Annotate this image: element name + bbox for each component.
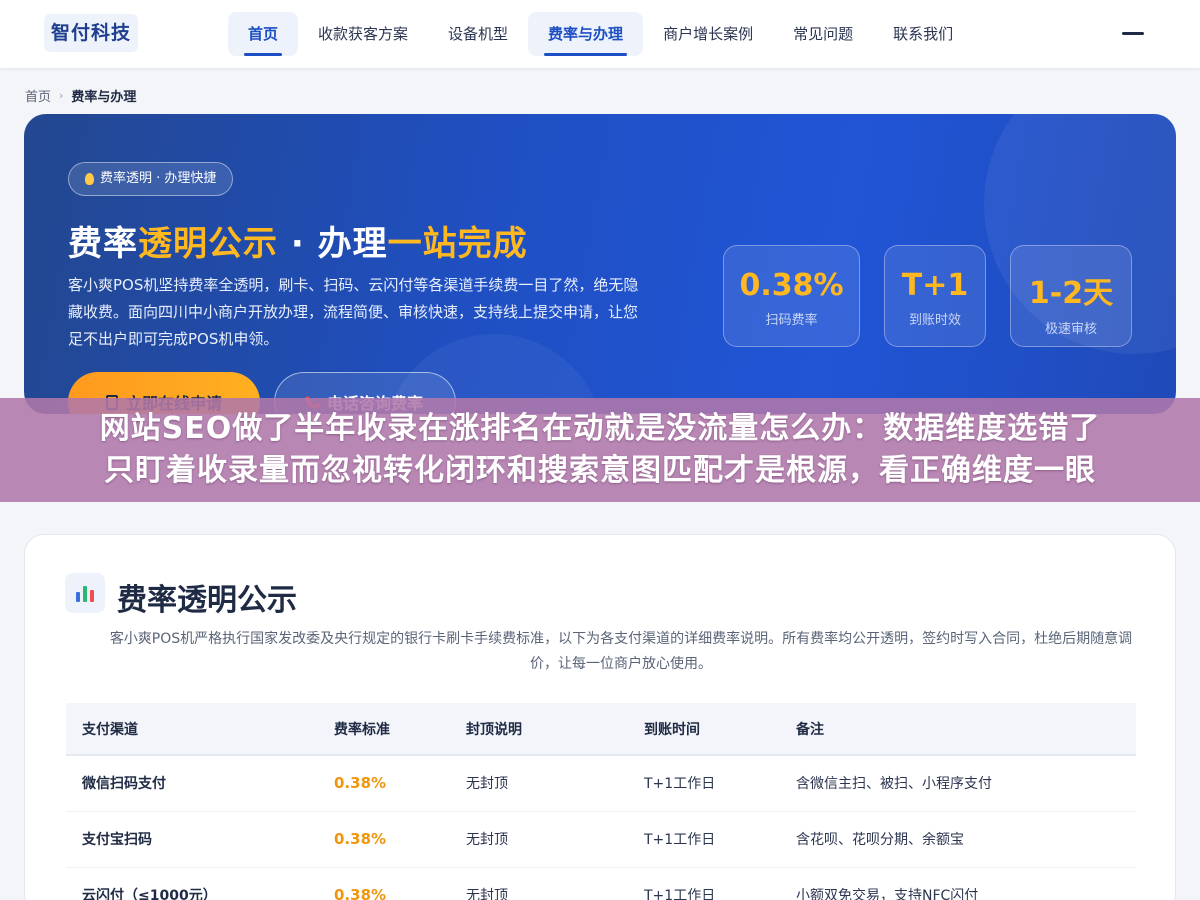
stat-label: 到账时效 bbox=[908, 313, 961, 328]
stat-card-settlement: T+1 到账时效 bbox=[884, 245, 986, 347]
menu-toggle-icon[interactable] bbox=[1122, 26, 1146, 42]
stat-label: 扫码费率 bbox=[765, 313, 818, 328]
hero-description: 客小爽POS机坚持费率全透明，刷卡、扫码、云闪付等各渠道手续费一目了然，绝无隐藏… bbox=[68, 276, 639, 348]
cell-remark: 含微信主扫、被扫、小程序支付 bbox=[780, 755, 1136, 812]
breadcrumb-separator: › bbox=[59, 89, 64, 102]
stat-value: T+1 bbox=[901, 268, 969, 303]
stat-label: 极速审核 bbox=[1044, 322, 1097, 337]
column-header: 费率标准 bbox=[318, 703, 450, 756]
hero-banner: 费率透明 · 办理快捷 费率透明公示 · 办理一站完成 客小爽POS机坚持费率全… bbox=[24, 114, 1176, 414]
nav-menu: 首页 收款获客方案 设备机型 费率与办理 商户增长案例 常见问题 联系我们 bbox=[228, 12, 973, 56]
hero-title-highlight: 透明公示 bbox=[138, 224, 278, 264]
cell-settlement: T+1工作日 bbox=[628, 755, 780, 812]
table-row: 支付宝扫码 0.38% 无封顶 T+1工作日 含花呗、花呗分期、余额宝 bbox=[66, 811, 1136, 868]
cell-channel: 支付宝扫码 bbox=[66, 811, 318, 868]
hero-title-highlight: 一站完成 bbox=[387, 224, 528, 264]
table-row: 微信扫码支付 0.38% 无封顶 T+1工作日 含微信主扫、被扫、小程序支付 bbox=[66, 755, 1136, 812]
column-header: 封顶说明 bbox=[450, 703, 628, 756]
cell-cap: 无封顶 bbox=[450, 811, 628, 868]
column-header: 备注 bbox=[780, 703, 1136, 756]
cell-cap: 无封顶 bbox=[450, 755, 628, 812]
nav-item-faq[interactable]: 常见问题 bbox=[773, 12, 873, 56]
cell-remark: 小额双免交易，支持NFC闪付 bbox=[780, 867, 1136, 900]
rates-section-card: 费率透明公示 客小爽POS机严格执行国家发改委及央行规定的银行卡刷卡手续费标准，… bbox=[24, 534, 1176, 900]
lightbulb-icon bbox=[85, 173, 94, 185]
breadcrumb-current: 费率与办理 bbox=[71, 90, 137, 105]
stat-card-review: 1-2天 极速审核 bbox=[1010, 245, 1132, 347]
rates-table: 支付渠道 费率标准 封顶说明 到账时间 备注 微信扫码支付 0.38% 无封顶 … bbox=[66, 703, 1136, 900]
hero-title-part: 费率 bbox=[68, 224, 138, 264]
table-row: 云闪付（≤1000元） 0.38% 无封顶 T+1工作日 小额双免交易，支持NF… bbox=[66, 867, 1136, 900]
section-description: 客小爽POS机严格执行国家发改委及央行规定的银行卡刷卡手续费标准，以下为各支付渠… bbox=[109, 631, 1133, 672]
breadcrumb-home-link[interactable]: 首页 bbox=[25, 86, 51, 105]
nav-item-contact[interactable]: 联系我们 bbox=[873, 12, 973, 56]
stat-value: 1-2天 bbox=[1028, 276, 1114, 311]
nav-item-home[interactable]: 首页 bbox=[228, 12, 299, 56]
nav-item-rates[interactable]: 费率与办理 bbox=[528, 12, 644, 56]
cell-channel: 云闪付（≤1000元） bbox=[66, 867, 318, 900]
cell-settlement: T+1工作日 bbox=[628, 867, 780, 900]
hero-title-part: · 办理 bbox=[278, 224, 388, 264]
stat-card-scan-rate: 0.38% 扫码费率 bbox=[723, 245, 860, 347]
cell-rate: 0.38% bbox=[318, 755, 450, 812]
hero-badge-text: 费率透明 · 办理快捷 bbox=[100, 171, 217, 186]
brand-logo[interactable]: 智付科技 bbox=[44, 14, 138, 52]
cell-settlement: T+1工作日 bbox=[628, 811, 780, 868]
breadcrumb: 首页 › 费率与办理 bbox=[25, 86, 136, 105]
hero-badge: 费率透明 · 办理快捷 bbox=[68, 162, 234, 196]
hero-title: 费率透明公示 · 办理一站完成 bbox=[68, 216, 528, 265]
bar-chart-icon bbox=[65, 573, 105, 613]
cell-cap: 无封顶 bbox=[450, 867, 628, 900]
nav-item-solutions[interactable]: 收款获客方案 bbox=[298, 12, 428, 56]
stat-value: 0.38% bbox=[739, 268, 844, 303]
nav-item-devices[interactable]: 设备机型 bbox=[428, 12, 528, 56]
column-header: 支付渠道 bbox=[66, 703, 318, 756]
cell-rate: 0.38% bbox=[318, 811, 450, 868]
section-title: 费率透明公示 bbox=[117, 583, 297, 618]
cell-rate: 0.38% bbox=[318, 867, 450, 900]
top-navigation: 智付科技 首页 收款获客方案 设备机型 费率与办理 商户增长案例 常见问题 联系… bbox=[0, 0, 1200, 68]
cell-remark: 含花呗、花呗分期、余额宝 bbox=[780, 811, 1136, 868]
table-header-row: 支付渠道 费率标准 封顶说明 到账时间 备注 bbox=[66, 703, 1136, 756]
cell-channel: 微信扫码支付 bbox=[66, 755, 318, 812]
overlay-headline-banner: 网站SEO做了半年收录在涨排名在动就是没流量怎么办：数据维度选错了 只盯着收录量… bbox=[0, 398, 1200, 502]
column-header: 到账时间 bbox=[628, 703, 780, 756]
overlay-headline-line: 网站SEO做了半年收录在涨排名在动就是没流量怎么办：数据维度选错了 bbox=[99, 411, 1101, 446]
nav-item-cases[interactable]: 商户增长案例 bbox=[643, 12, 773, 56]
overlay-headline-line: 只盯着收录量而忽视转化闭环和搜索意图匹配才是根源，看正确维度一眼 bbox=[104, 453, 1096, 488]
